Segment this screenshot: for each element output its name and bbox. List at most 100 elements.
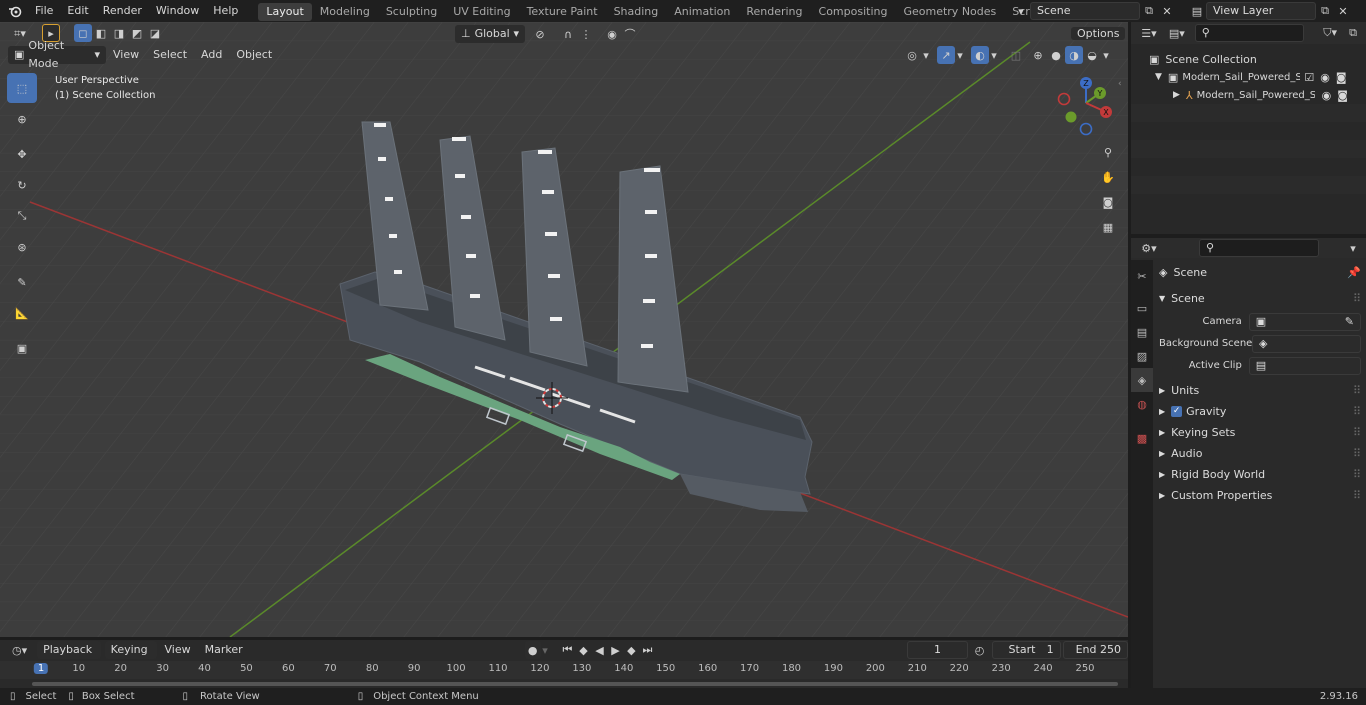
menu-select[interactable]: Select [146,46,194,64]
pivot-icon[interactable]: ⊘ [531,25,549,43]
menu-edit[interactable]: Edit [60,0,95,22]
drag-handle-icon[interactable]: ⠿ [1353,288,1361,309]
add-cube-tool-icon[interactable]: ▣ [7,333,37,363]
filter-icon[interactable]: ⛉▾ [1316,24,1344,42]
expand-down-icon[interactable]: ▼ [1155,72,1162,82]
scene-tab-icon[interactable]: ◈ [1131,368,1153,392]
camera-view-icon[interactable]: ◙ [1097,191,1119,213]
tool-tab-icon[interactable]: ✂ [1131,264,1153,288]
audio-panel-header[interactable]: ▶ Audio ⠿ [1159,443,1361,464]
tab-geometry-nodes[interactable]: Geometry Nodes [895,3,1004,21]
menu-view[interactable]: View [106,46,146,64]
checkbox-icon[interactable]: ☑ [1304,71,1314,84]
orientation-dropdown[interactable]: ⊥ Global ▾ [455,25,525,43]
mode-extend-icon[interactable]: ◧ [92,24,110,42]
menu-render[interactable]: Render [96,0,149,22]
output-tab-icon[interactable]: ▤ [1131,320,1153,344]
chevron-down-icon[interactable]: ▾ [541,641,550,659]
timeline-scrollbar[interactable] [32,682,1118,686]
outliner-root-row[interactable]: ▣ Scene Collection [1131,50,1366,68]
keying-sets-panel-header[interactable]: ▶ Keying Sets ⠿ [1159,422,1361,443]
tab-rendering[interactable]: Rendering [738,3,810,21]
3d-viewport[interactable]: ⌗▾ ▸ ◻ ◧ ◨ ◩ ◪ ⊥ Global ▾ ⊘ ∩ ⋮ ◉ ⌒ Opti… [0,22,1128,637]
falloff-icon[interactable]: ⌒ [621,25,639,43]
menu-object[interactable]: Object [229,46,279,64]
prev-keyframe-icon[interactable]: ◆ [575,641,591,659]
stopwatch-icon[interactable]: ◴ [972,641,988,659]
next-keyframe-icon[interactable]: ◆ [623,641,639,659]
drag-handle-icon[interactable]: ⠿ [1353,380,1361,401]
overlays-icon[interactable]: ◐ [971,46,989,64]
scale-tool-icon[interactable]: ⤡ [7,201,37,231]
units-panel-header[interactable]: ▶ Units ⠿ [1159,380,1361,401]
chevron-down-icon[interactable]: ▾ [1344,239,1362,257]
chevron-down-icon[interactable]: ▾ [1101,46,1111,64]
cursor-tool-icon[interactable]: ⊕ [7,104,37,134]
outliner-item[interactable]: ▶ ⅄ Modern_Sail_Powered_Se ◉ ◙ [1131,86,1366,104]
menu-marker[interactable]: Marker [198,641,250,659]
tab-sculpting[interactable]: Sculpting [378,3,445,21]
tab-animation[interactable]: Animation [666,3,738,21]
texture-tab-icon[interactable]: ▩ [1131,426,1153,450]
visibility-icon[interactable]: ◎ [903,46,921,64]
proportional-edit-icon[interactable]: ◉ [603,25,621,43]
material-shading-icon[interactable]: ◑ [1065,46,1083,64]
menu-keying[interactable]: Keying ▾ [104,641,158,674]
pan-hand-icon[interactable]: ✋ [1097,166,1119,188]
view-layer-tab-icon[interactable]: ▨ [1131,344,1153,368]
jump-start-icon[interactable]: ⏮ [559,641,575,659]
drag-handle-icon[interactable]: ⠿ [1353,401,1361,422]
scene-field[interactable]: Scene [1030,2,1140,20]
pin-icon[interactable]: 📌 [1347,262,1361,283]
expand-right-icon[interactable]: ▶ [1173,90,1180,100]
outliner-item[interactable]: ▼ ▣ Modern_Sail_Powered_Sea_V ☑ ◉ ◙ [1131,68,1366,86]
drag-handle-icon[interactable]: ⠿ [1353,443,1361,464]
mode-intersect-icon[interactable]: ◪ [146,24,164,42]
timeline-editor-icon[interactable]: ◷▾ [8,641,31,659]
mode-dropdown[interactable]: ▣ Object Mode ▾ [8,39,106,70]
mode-subtract-icon[interactable]: ◨ [110,24,128,42]
outliner-editor-icon[interactable]: ☰▾ [1135,24,1163,42]
eye-icon[interactable]: ◉ [1322,89,1332,102]
properties-editor-icon[interactable]: ⚙▾ [1135,239,1163,257]
drag-handle-icon[interactable]: ⠿ [1353,464,1361,485]
blender-logo-icon[interactable] [6,2,24,20]
new-view-layer-icon[interactable]: ⧉ [1316,2,1334,20]
menu-add[interactable]: Add [194,46,229,64]
menu-file[interactable]: File [28,0,60,22]
rotate-tool-icon[interactable]: ↻ [7,170,37,200]
drag-handle-icon[interactable]: ⠿ [1353,485,1361,506]
menu-help[interactable]: Help [206,0,245,22]
select-box-tool-icon[interactable]: ⬚ [7,73,37,103]
jump-end-icon[interactable]: ⏭ [639,641,655,659]
delete-view-layer-icon[interactable]: ✕ [1334,2,1352,20]
sidebar-toggle-icon[interactable]: ‹ [1118,79,1122,89]
world-tab-icon[interactable]: ◍ [1131,392,1153,416]
menu-window[interactable]: Window [149,0,206,22]
rigid-body-panel-header[interactable]: ▶ Rigid Body World ⠿ [1159,464,1361,485]
scene-icon[interactable]: ▾ [1012,2,1030,20]
tab-compositing[interactable]: Compositing [811,3,896,21]
transform-tool-icon[interactable]: ⊛ [7,232,37,262]
chevron-down-icon[interactable]: ▾ [921,46,931,64]
play-icon[interactable]: ▶ [607,641,623,659]
tab-layout[interactable]: Layout [258,3,312,21]
gizmo-icon[interactable]: ↗ [937,46,955,64]
camera-icon[interactable]: ◙ [1336,71,1347,84]
drag-handle-icon[interactable]: ⠿ [1353,422,1361,443]
view-layer-icon[interactable]: ▤ [1188,2,1206,20]
new-collection-icon[interactable]: ⧉ [1344,24,1362,42]
display-mode-icon[interactable]: ▤▾ [1163,24,1191,42]
tab-uv-editing[interactable]: UV Editing [445,3,518,21]
mode-invert-icon[interactable]: ◩ [128,24,146,42]
snap-icon[interactable]: ∩ [559,25,577,43]
gravity-panel-header[interactable]: ▶ ✓ Gravity ⠿ [1159,401,1361,422]
outliner-search-input[interactable]: ⚲ [1194,24,1305,42]
delete-scene-icon[interactable]: ✕ [1158,2,1176,20]
xray-icon[interactable]: ◫ [1007,46,1025,64]
new-scene-icon[interactable]: ⧉ [1140,2,1158,20]
scene-panel-header[interactable]: ▼ Scene ⠿ [1159,288,1361,309]
chevron-down-icon[interactable]: ▾ [955,46,965,64]
wireframe-shading-icon[interactable]: ⊕ [1029,46,1047,64]
zoom-icon[interactable]: ⚲ [1097,141,1119,163]
